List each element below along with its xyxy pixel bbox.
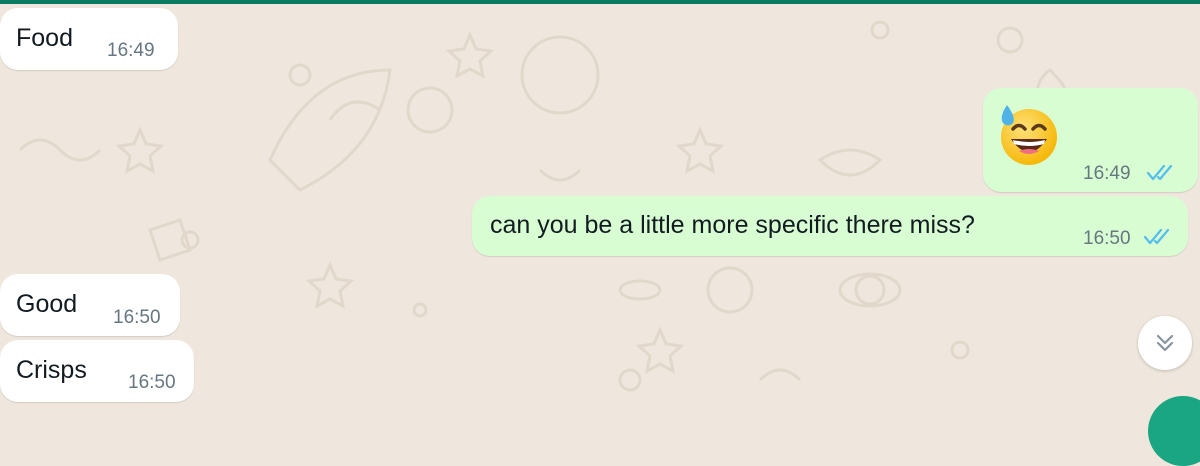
message-timestamp: 16:50 bbox=[113, 307, 161, 328]
message-bubble-outgoing[interactable]: 16:49 bbox=[983, 88, 1198, 192]
message-bubble-incoming[interactable]: Food 16:49 bbox=[0, 8, 178, 70]
message-bubble-outgoing[interactable]: can you be a little more specific there … bbox=[472, 196, 1188, 256]
grinning-face-with-sweat-emoji-icon bbox=[1001, 105, 1057, 165]
double-check-icon bbox=[1146, 164, 1173, 181]
message-timestamp: 16:49 bbox=[1083, 163, 1131, 184]
floating-action-button[interactable] bbox=[1148, 396, 1200, 466]
message-text: Food bbox=[16, 24, 73, 52]
double-check-icon bbox=[1143, 228, 1170, 245]
double-chevron-down-icon bbox=[1156, 334, 1174, 352]
message-bubble-incoming[interactable]: Crisps 16:50 bbox=[0, 340, 194, 402]
message-text: Crisps bbox=[16, 356, 87, 384]
message-text: can you be a little more specific there … bbox=[490, 211, 975, 239]
message-timestamp: 16:49 bbox=[107, 40, 155, 61]
message-bubble-incoming[interactable]: Good 16:50 bbox=[0, 274, 180, 336]
message-text: Good bbox=[16, 290, 78, 318]
scroll-to-bottom-button[interactable] bbox=[1138, 316, 1192, 370]
message-timestamp: 16:50 bbox=[128, 372, 176, 393]
message-timestamp: 16:50 bbox=[1083, 228, 1131, 249]
